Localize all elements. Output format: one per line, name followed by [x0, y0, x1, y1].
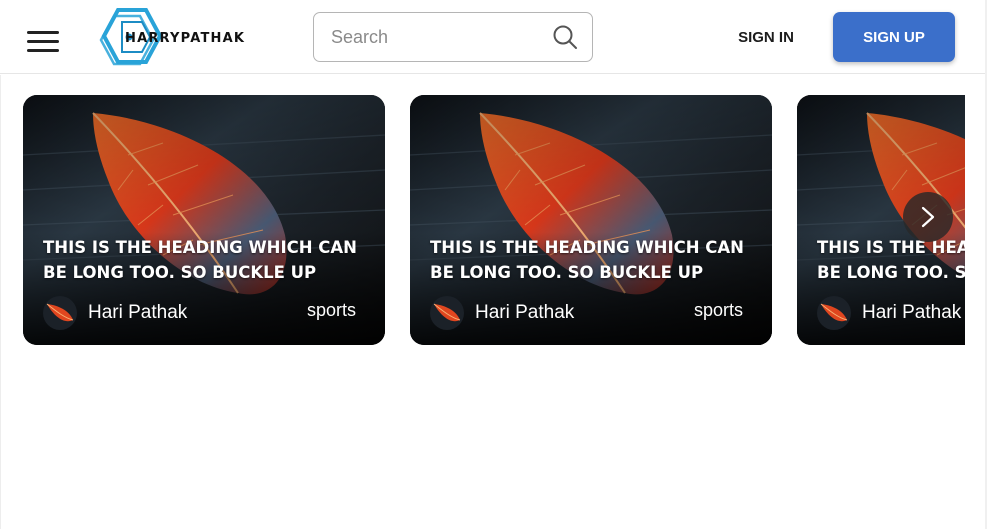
post-heading-line: THIS IS THE HEADING WHICH CAN — [43, 238, 357, 257]
post-heading-line: THIS IS THE HEADING WHICH CAN — [430, 238, 744, 257]
author-name[interactable]: Hari Pathak — [88, 302, 187, 324]
post-heading[interactable]: THIS IS THE HEADING WHICH CAN BE LONG TO… — [817, 235, 965, 285]
author-avatar — [817, 296, 851, 330]
post-heading[interactable]: THIS IS THE HEADING WHICH CAN BE LONG TO… — [43, 235, 373, 285]
post-heading-line: BE LONG TOO. SO BUCKLE UP — [43, 263, 317, 282]
search-icon[interactable] — [552, 24, 578, 50]
post-heading-line: BE LONG TOO. SO BUCKLE UP — [430, 263, 704, 282]
sign-up-button[interactable]: SIGN UP — [833, 12, 955, 62]
page: HARRYPATHAK SIGN IN SIGN UP — [0, 0, 987, 529]
author-name[interactable]: Hari Pathak — [475, 302, 574, 324]
author-avatar — [43, 296, 77, 330]
search-input[interactable] — [314, 13, 544, 61]
logo-text: HARRYPATHAK — [125, 31, 246, 46]
post-card[interactable]: THIS IS THE HEADING WHICH CAN BE LONG TO… — [23, 95, 385, 345]
brand-logo[interactable]: HARRYPATHAK — [96, 6, 266, 72]
post-heading-line: THIS IS THE HEADING WHICH CAN — [817, 238, 965, 257]
category-tag[interactable]: sports — [307, 300, 356, 321]
search-box — [313, 12, 593, 62]
hamburger-menu-icon[interactable] — [27, 29, 59, 53]
category-tag[interactable]: sports — [694, 300, 743, 321]
author-name[interactable]: Hari Pathak — [862, 302, 961, 324]
post-carousel: THIS IS THE HEADING WHICH CAN BE LONG TO… — [0, 94, 965, 346]
sign-in-button[interactable]: SIGN IN — [724, 22, 808, 52]
carousel-next-button[interactable] — [903, 192, 953, 242]
post-card[interactable]: THIS IS THE HEADING WHICH CAN BE LONG TO… — [410, 95, 772, 345]
post-heading[interactable]: THIS IS THE HEADING WHICH CAN BE LONG TO… — [430, 235, 760, 285]
author-avatar — [430, 296, 464, 330]
post-heading-line: BE LONG TOO. SO BUCKLE UP — [817, 263, 965, 282]
chevron-right-icon — [921, 206, 935, 228]
top-navbar: HARRYPATHAK SIGN IN SIGN UP — [0, 0, 987, 74]
